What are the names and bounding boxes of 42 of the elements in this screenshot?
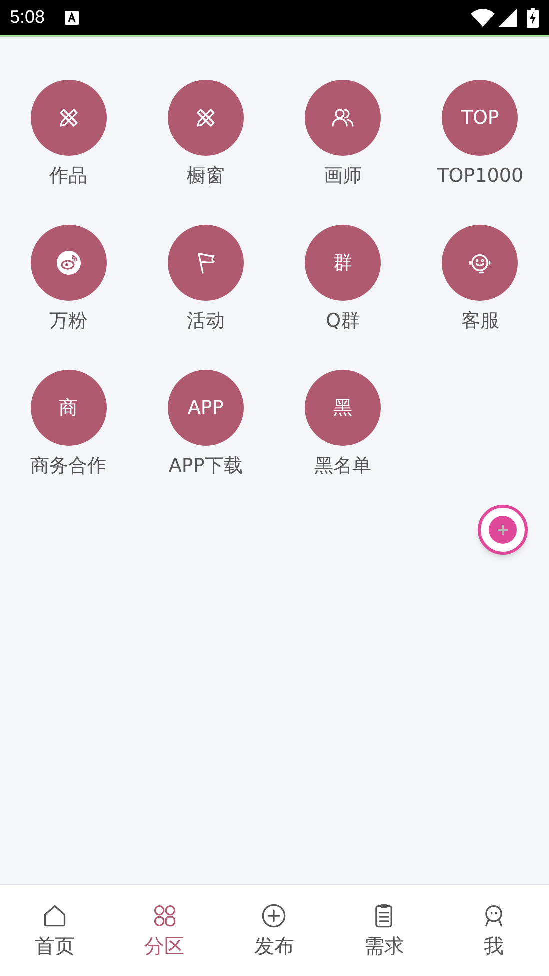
nav-tab[interactable]: 首页 — [0, 902, 110, 958]
category-tile[interactable]: 橱窗 — [137, 80, 274, 190]
category-tile[interactable]: APP APP下载 — [137, 370, 274, 480]
circle-text: 黑 — [334, 396, 353, 421]
circle-text: 群 — [334, 250, 353, 276]
category-tile[interactable]: 画师 — [274, 80, 412, 190]
category-tile[interactable]: 客服 — [412, 225, 549, 335]
keyboard-a-icon — [65, 10, 80, 24]
circle-text: 商 — [59, 396, 78, 421]
category-label: 万粉 — [50, 309, 88, 334]
home-icon — [42, 902, 68, 928]
category-label: 黑名单 — [314, 454, 372, 479]
status-time: 5:08 — [10, 6, 46, 29]
circle-text: APP — [188, 396, 224, 421]
category-label: TOP1000 — [437, 164, 524, 189]
plus-icon — [489, 516, 517, 544]
category-label: APP下载 — [168, 454, 243, 479]
category-label: 画师 — [324, 164, 362, 189]
category-tile[interactable]: 黑 黑名单 — [274, 370, 412, 480]
category-tile[interactable]: 万粉 — [0, 225, 138, 335]
category-label: 作品 — [50, 164, 88, 189]
circle-text: TOP — [461, 106, 500, 131]
category-tile[interactable]: 群 Q群 — [274, 225, 412, 335]
nav-tab[interactable]: 需求 — [329, 902, 440, 958]
nav-tab[interactable]: 分区 — [110, 902, 220, 958]
category-tile[interactable]: 作品 — [0, 80, 138, 190]
signal-icon — [499, 8, 517, 26]
nav-tab[interactable]: 发布 — [220, 902, 330, 958]
floating-add-button[interactable] — [478, 505, 528, 555]
category-label: 客服 — [461, 309, 500, 334]
battery-charging-icon — [527, 8, 539, 28]
category-label: 橱窗 — [186, 164, 225, 189]
category-label: 商务合作 — [30, 454, 107, 479]
category-tile[interactable]: 活动 — [137, 225, 274, 335]
category-tile[interactable]: 商 商务合作 — [0, 370, 138, 480]
nav-tab[interactable]: 我 — [439, 902, 549, 958]
plus-circle-icon — [261, 902, 288, 928]
category-label: Q群 — [326, 309, 360, 334]
four-circles-icon — [152, 902, 178, 928]
wifi-icon — [471, 8, 495, 26]
category-tile[interactable]: TOP TOP1000 — [412, 80, 549, 190]
category-label: 活动 — [186, 309, 225, 334]
